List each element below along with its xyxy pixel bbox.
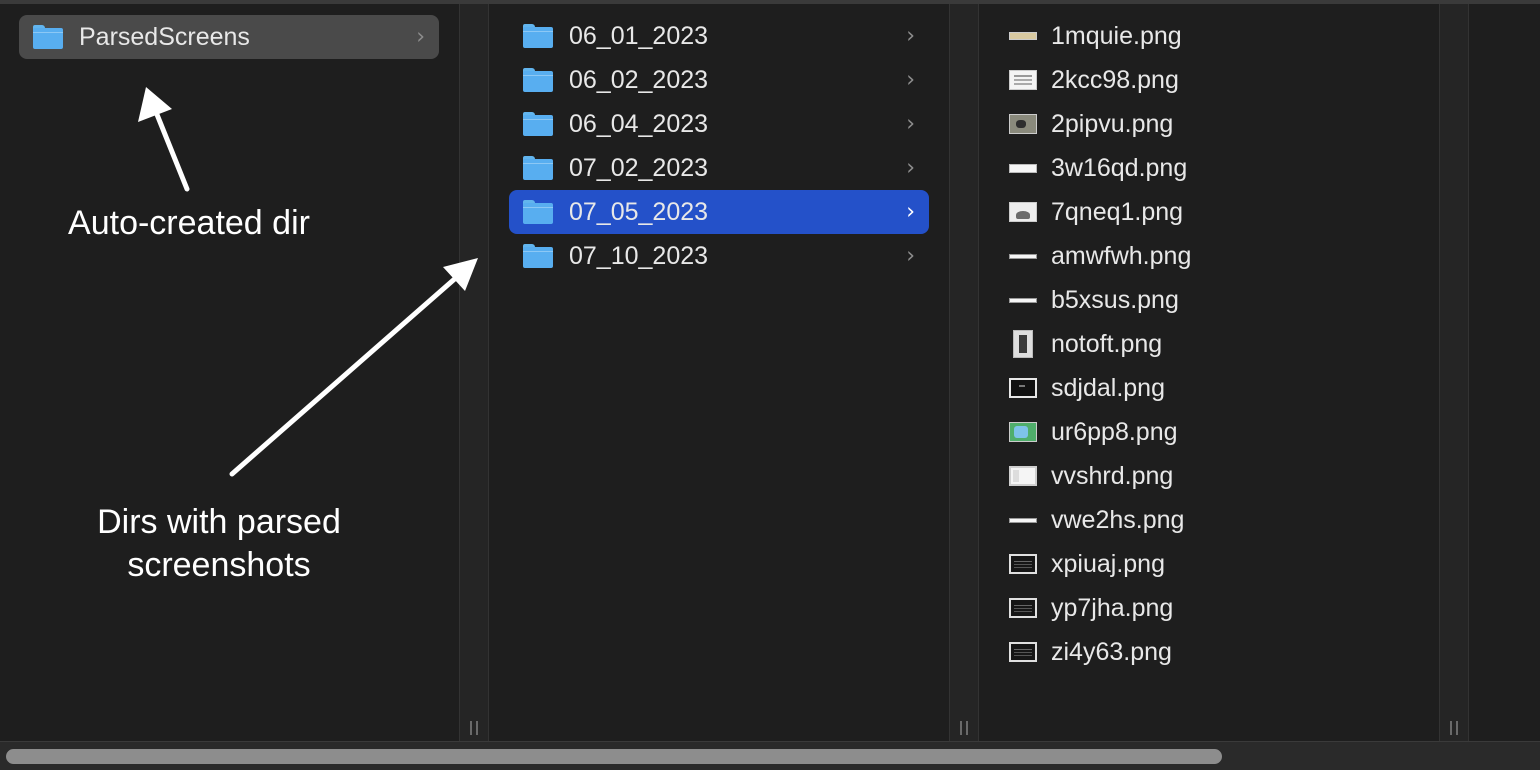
arrow-up-icon bbox=[138, 87, 190, 192]
arrow-up-right-icon bbox=[229, 258, 478, 477]
annotation-parsed-line-1: Dirs with parsed bbox=[97, 503, 341, 541]
annotation-arrows bbox=[138, 87, 478, 477]
horizontal-scrollbar[interactable] bbox=[0, 741, 1540, 770]
annotation-auto-created: Auto-created dir bbox=[68, 204, 310, 242]
annotation-parsed-line-2: screenshots bbox=[127, 546, 311, 584]
scrollbar-thumb[interactable] bbox=[6, 749, 1222, 764]
